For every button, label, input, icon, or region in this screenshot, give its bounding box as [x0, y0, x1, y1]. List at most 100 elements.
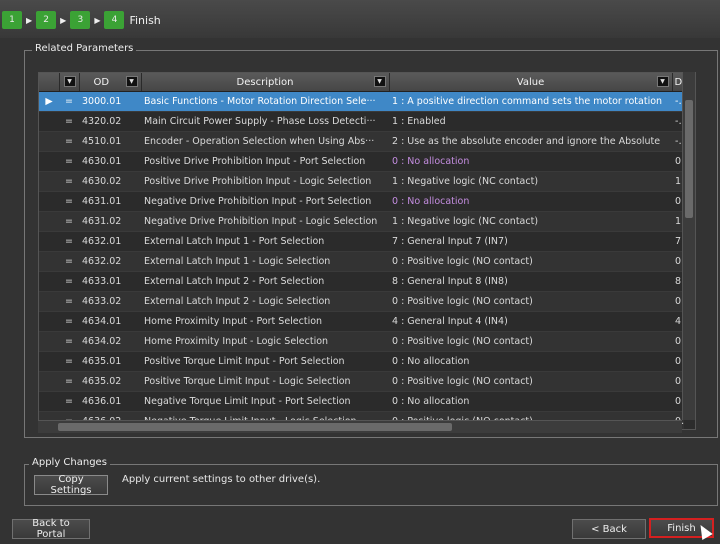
cell-value: 2 : Use as the absolute encoder and igno…: [389, 131, 672, 152]
cell-value: 0 : Positive logic (NO contact): [389, 331, 672, 352]
row-indicator-icon: [39, 111, 59, 132]
cell-od: 4631.01: [79, 191, 141, 212]
table-row[interactable]: = 4635.02 Positive Torque Limit Input - Lo…: [39, 371, 684, 392]
step-2[interactable]: 2: [36, 11, 57, 29]
row-indicator-icon: [39, 291, 59, 312]
row-equals-icon: =: [59, 311, 79, 332]
apply-changes-panel: [24, 464, 718, 506]
row-indicator-icon: [39, 251, 59, 272]
cell-od: 4630.02: [79, 171, 141, 192]
step-indicator: 1 ▶ 2 ▶ 3 ▶ 4 Finish: [2, 9, 161, 31]
vertical-scroll-thumb[interactable]: [685, 100, 693, 218]
dropdown-filter-icon[interactable]: ▼: [63, 76, 76, 87]
table-row[interactable]: = 4630.01 Positive Drive Prohibition Input…: [39, 151, 684, 172]
parameters-grid[interactable]: ▼ OD ▼ Description ▼ Value ▼ D ▶ = 3000.01 Bas…: [38, 72, 696, 430]
row-equals-icon: =: [59, 351, 79, 372]
cell-od: 4632.02: [79, 251, 141, 272]
cell-description: Home Proximity Input - Logic Selection: [141, 331, 389, 352]
table-row[interactable]: = 4634.02 Home Proximity Input - Logic Sel…: [39, 331, 684, 352]
row-indicator-icon: [39, 231, 59, 252]
step-3[interactable]: 3: [70, 11, 91, 29]
cell-description: Negative Drive Prohibition Input - Logic…: [141, 211, 389, 232]
row-indicator-icon: [39, 331, 59, 352]
related-parameters-legend: Related Parameters: [32, 43, 137, 54]
cell-od: 4635.01: [79, 351, 141, 372]
cell-od: 4635.02: [79, 371, 141, 392]
table-row[interactable]: = 4632.02 External Latch Input 1 - Logic S…: [39, 251, 684, 272]
table-row[interactable]: = 4630.02 Positive Drive Prohibition Input…: [39, 171, 684, 192]
table-row[interactable]: = 4632.01 External Latch Input 1 - Port Se…: [39, 231, 684, 252]
horizontal-scrollbar[interactable]: [38, 420, 682, 433]
row-equals-icon: =: [59, 191, 79, 212]
step-arrow-icon: ▶: [94, 15, 101, 25]
cell-od: 4634.02: [79, 331, 141, 352]
vertical-scrollbar[interactable]: [682, 72, 695, 420]
cell-value: 0 : No allocation: [389, 391, 672, 412]
row-equals-icon: =: [59, 331, 79, 352]
row-indicator-icon: [39, 211, 59, 232]
row-equals-icon: =: [59, 291, 79, 312]
cell-od: 4320.02: [79, 111, 141, 132]
row-indicator-icon: [39, 191, 59, 212]
value-dropdown-icon[interactable]: ▼: [656, 76, 669, 87]
cell-od: 4633.02: [79, 291, 141, 312]
table-row[interactable]: = 4631.01 Negative Drive Prohibition Input…: [39, 191, 684, 212]
table-row[interactable]: = 4320.02 Main Circuit Power Supply - Phas…: [39, 111, 684, 132]
column-header-value[interactable]: Value ▼: [389, 73, 673, 92]
table-row[interactable]: = 4635.01 Positive Torque Limit Input - Po…: [39, 351, 684, 372]
back-to-portal-button[interactable]: Back to Portal: [12, 518, 90, 540]
cell-description: External Latch Input 2 - Port Selection: [141, 271, 389, 292]
cell-od: 4630.01: [79, 151, 141, 172]
cell-description: Main Circuit Power Supply - Phase Loss D…: [141, 111, 389, 132]
header-filter[interactable]: ▼: [59, 73, 80, 92]
step-1[interactable]: 1: [2, 11, 22, 29]
cell-description: External Latch Input 1 - Port Selection: [141, 231, 389, 252]
table-row[interactable]: = 4634.01 Home Proximity Input - Port Sele…: [39, 311, 684, 332]
cell-value: 0 : No allocation: [389, 151, 672, 172]
cell-description: Positive Drive Prohibition Input - Logic…: [141, 171, 389, 192]
step-arrow-icon: ▶: [60, 15, 67, 25]
column-header-description[interactable]: Description ▼: [141, 73, 390, 92]
table-row[interactable]: ▶ = 3000.01 Basic Functions - Motor Rotatio…: [39, 91, 684, 112]
cell-od: 4636.01: [79, 391, 141, 412]
description-dropdown-icon[interactable]: ▼: [373, 76, 386, 87]
column-header-od[interactable]: OD ▼: [79, 73, 142, 92]
table-header: ▼ OD ▼ Description ▼ Value ▼ D: [39, 73, 685, 92]
cell-od: 4631.02: [79, 211, 141, 232]
table-row[interactable]: = 4510.01 Encoder - Operation Selection wh…: [39, 131, 684, 152]
copy-settings-button[interactable]: Copy Settings: [34, 474, 108, 496]
cell-description: Positive Torque Limit Input - Logic Sele…: [141, 371, 389, 392]
cell-od: 4632.01: [79, 231, 141, 252]
row-indicator-icon: [39, 271, 59, 292]
step-title: Finish: [129, 13, 161, 27]
table-row[interactable]: = 4631.02 Negative Drive Prohibition Input…: [39, 211, 684, 232]
row-indicator-icon: [39, 371, 59, 392]
apply-changes-description: Apply current settings to other drive(s)…: [122, 474, 321, 485]
table-row[interactable]: = 4633.01 External Latch Input 2 - Port Se…: [39, 271, 684, 292]
cell-description: Basic Functions - Motor Rotation Directi…: [141, 91, 389, 112]
cell-description: Positive Drive Prohibition Input - Port …: [141, 151, 389, 172]
cell-value: 0 : Positive logic (NO contact): [389, 251, 672, 272]
cell-value: 1 : Negative logic (NC contact): [389, 211, 672, 232]
cell-value: 0 : No allocation: [389, 351, 672, 372]
horizontal-scroll-thumb[interactable]: [58, 423, 452, 431]
od-dropdown-icon[interactable]: ▼: [125, 76, 138, 87]
back-button[interactable]: < Back: [572, 519, 646, 539]
cell-od: 4634.01: [79, 311, 141, 332]
cell-description: External Latch Input 2 - Logic Selection: [141, 291, 389, 312]
cell-description: Home Proximity Input - Port Selection: [141, 311, 389, 332]
table-row[interactable]: = 4633.02 External Latch Input 2 - Logic S…: [39, 291, 684, 312]
cell-value: 1 : Negative logic (NC contact): [389, 171, 672, 192]
header-indicator: [39, 73, 60, 92]
cell-description: External Latch Input 1 - Logic Selection: [141, 251, 389, 272]
table-row[interactable]: = 4636.01 Negative Torque Limit Input - Po…: [39, 391, 684, 412]
step-arrow-icon: ▶: [26, 15, 33, 25]
cell-value: 0 : No allocation: [389, 191, 672, 212]
cell-value: 1 : A positive direction command sets th…: [389, 91, 672, 112]
row-equals-icon: =: [59, 211, 79, 232]
row-equals-icon: =: [59, 131, 79, 152]
step-4[interactable]: 4: [104, 11, 125, 29]
cell-od: 4510.01: [79, 131, 141, 152]
row-indicator-icon: [39, 151, 59, 172]
parameters-table: ▼ OD ▼ Description ▼ Value ▼ D ▶ = 3000.01 Bas…: [39, 73, 685, 429]
